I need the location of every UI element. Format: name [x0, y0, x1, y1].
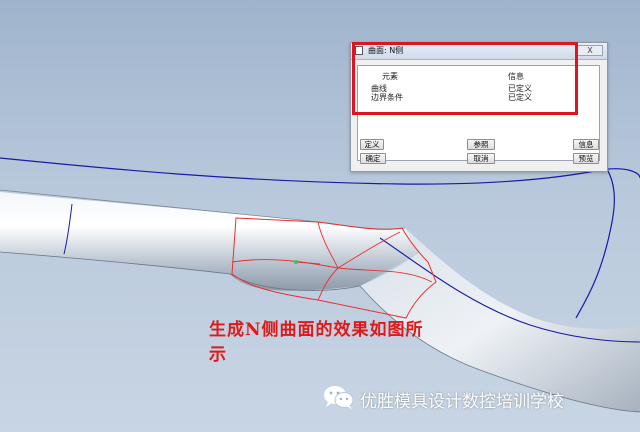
reference-button[interactable]: 参照	[467, 139, 495, 150]
annotation-highlight-box	[352, 42, 578, 115]
watermark-text: 优胜模具设计数控培训学校	[360, 392, 564, 412]
define-button[interactable]: 定义	[360, 139, 384, 150]
cancel-button[interactable]: 取消	[467, 153, 495, 164]
preview-button[interactable]: 预览	[573, 153, 599, 164]
info-button[interactable]: 信息	[573, 139, 599, 150]
annotation-caption: 生成N侧曲面的效果如图所示	[209, 320, 424, 365]
watermark: 优胜模具设计数控培训学校	[322, 384, 632, 412]
ok-button[interactable]: 确定	[360, 153, 386, 164]
close-button[interactable]: X	[577, 45, 603, 56]
wechat-icon	[324, 386, 354, 409]
graphics-viewport[interactable]: 曲面: N侧 X 元素 信息 曲线 已定义 边界条件 已定义 定义 确定 参照 …	[0, 0, 640, 432]
tube-surface	[0, 192, 420, 291]
selection-point	[294, 260, 298, 264]
